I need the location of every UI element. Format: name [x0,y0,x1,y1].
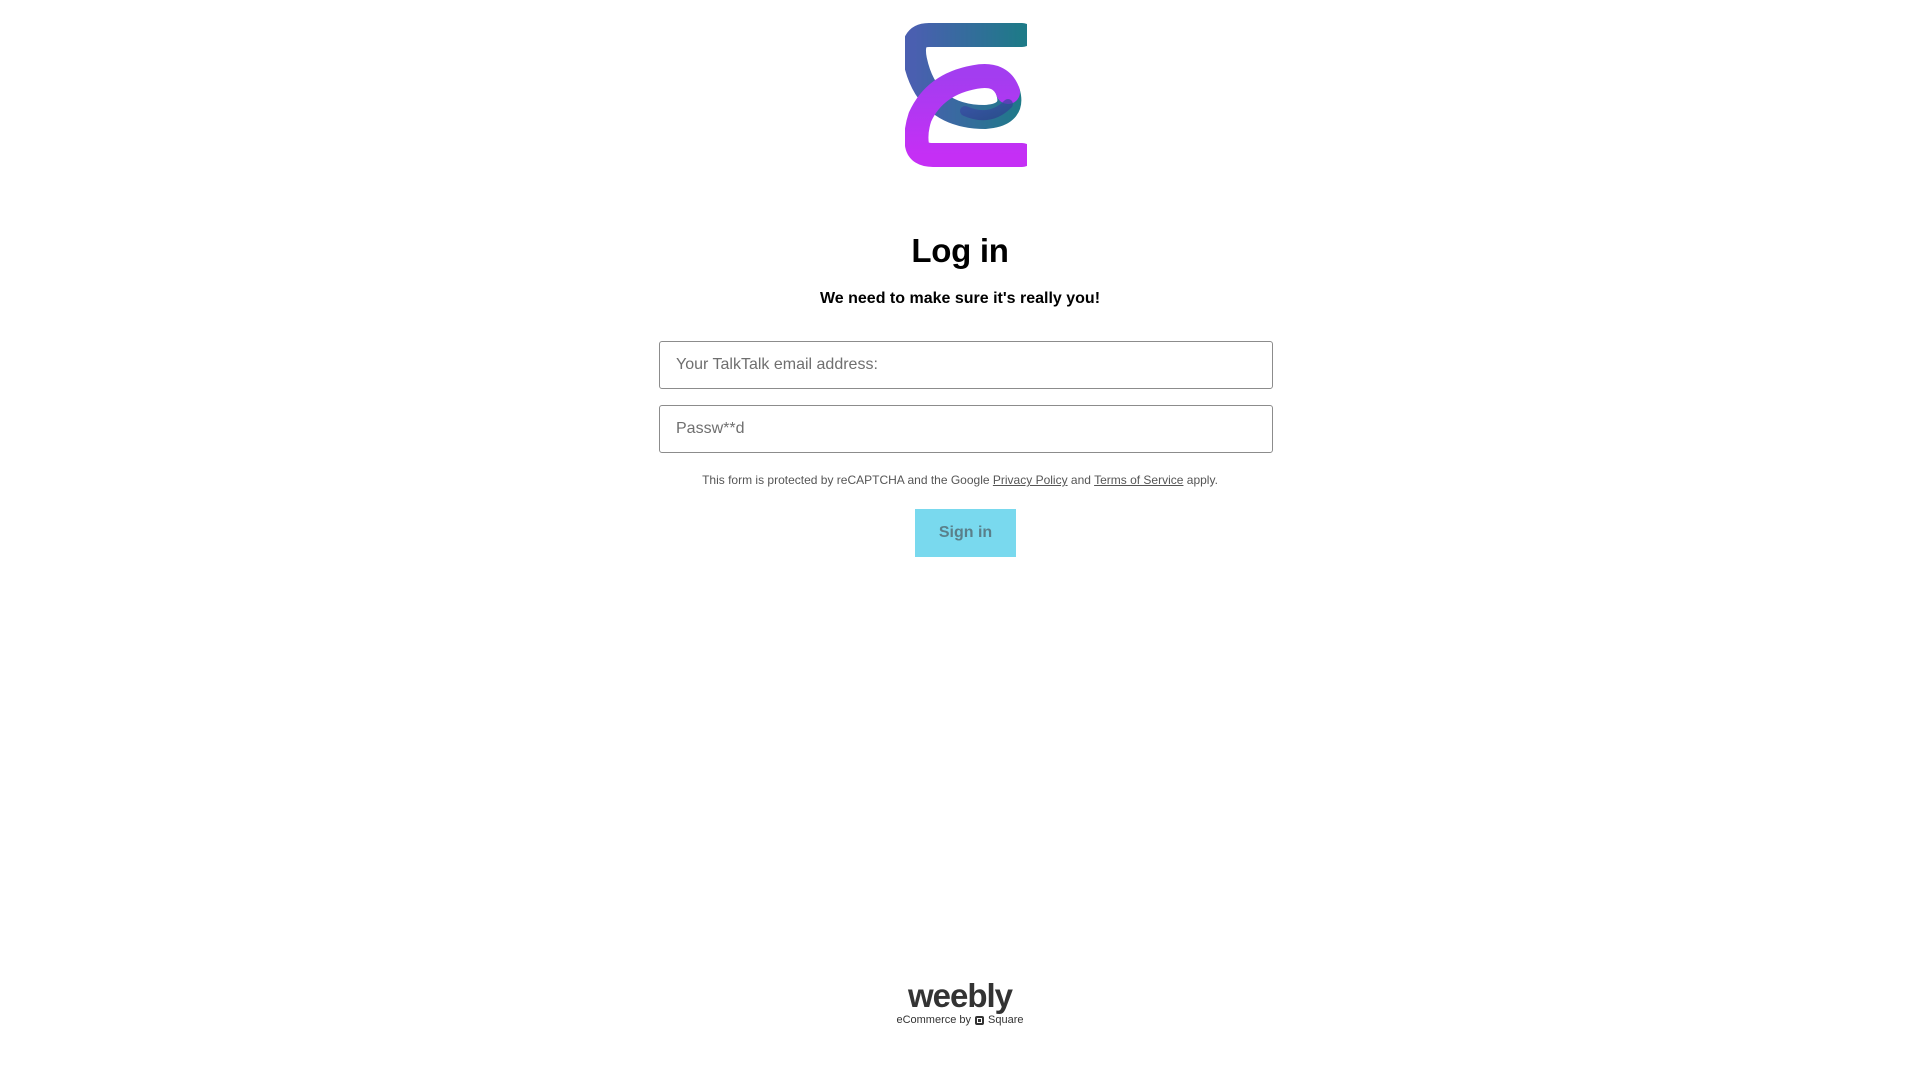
password-field[interactable] [659,405,1273,453]
page-title: Log in [911,232,1009,269]
notice-and: and [1070,473,1091,487]
footer: weebly eCommerce by Square [0,979,1920,1027]
privacy-policy-link[interactable]: Privacy Policy [993,473,1068,487]
notice-suffix: apply. [1186,473,1218,487]
tagline-company: Square [988,1014,1024,1026]
login-page: Log in We need to make sure it's really … [0,0,1920,1080]
square-logo-icon [975,1015,985,1025]
footer-tagline: eCommerce by Square [0,1013,1920,1027]
tagline-prefix: eCommerce by [896,1014,972,1026]
notice-prefix: This form is protected by reCAPTCHA and … [702,473,990,487]
weebly-logo: weebly [907,977,1013,1014]
email-field[interactable] [659,341,1273,389]
terms-of-service-link[interactable]: Terms of Service [1094,473,1183,487]
gradient-letter-e-logo-icon [905,23,1027,167]
recaptcha-notice: This form is protected by reCAPTCHA and … [0,473,1920,487]
page-subtitle: We need to make sure it's really you! [819,290,1101,307]
sign-in-button[interactable]: Sign in [915,509,1016,557]
